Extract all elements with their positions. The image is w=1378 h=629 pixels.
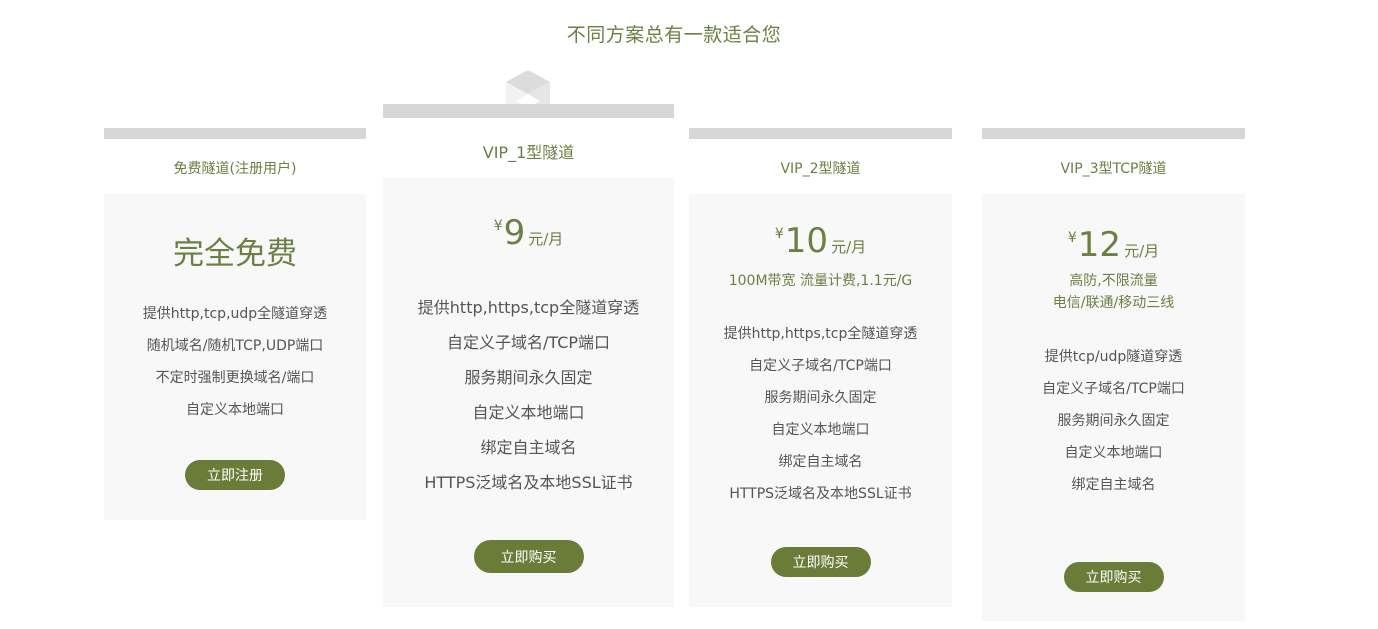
plan-body: ¥12 元/月 高防,不限流量 电信/联通/移动三线 提供tcp/udp隧道穿透 … bbox=[982, 194, 1245, 621]
plan-top-bar bbox=[104, 128, 366, 139]
price-amount: 12 bbox=[1077, 225, 1122, 265]
currency-symbol: ¥ bbox=[774, 226, 784, 242]
feature-item: 提供http,tcp,udp全隧道穿透 bbox=[142, 306, 328, 322]
feature-item: 绑定自主域名 bbox=[480, 438, 577, 457]
feature-item: 绑定自主域名 bbox=[1071, 477, 1156, 493]
plan-title: VIP_1型隧道 bbox=[482, 143, 575, 162]
price-amount: 10 bbox=[784, 221, 829, 261]
price-amount: 9 bbox=[503, 213, 526, 253]
plan-body: ¥10 元/月 100M带宽 流量计费,1.1元/G 提供http,https,t… bbox=[689, 194, 952, 607]
feature-list: 提供http,https,tcp全隧道穿透 自定义子域名/TCP端口 服务期间永… bbox=[689, 318, 952, 510]
feature-list: 提供http,https,tcp全隧道穿透 自定义子域名/TCP端口 服务期间永… bbox=[383, 290, 674, 500]
feature-list: 提供http,tcp,udp全隧道穿透 随机域名/随机TCP,UDP端口 不定时… bbox=[104, 298, 366, 426]
feature-item: 自定义本地端口 bbox=[1064, 445, 1163, 461]
feature-item: 自定义本地端口 bbox=[186, 402, 284, 418]
plan-note-line: 高防,不限流量 bbox=[1069, 273, 1158, 289]
feature-item: 自定义本地端口 bbox=[771, 422, 870, 438]
feature-item: 提供http,https,tcp全隧道穿透 bbox=[417, 298, 640, 317]
currency-symbol: ¥ bbox=[493, 218, 503, 234]
price-unit: 元/月 bbox=[831, 238, 867, 256]
plan-top-bar bbox=[383, 104, 674, 118]
feature-item: 提供tcp/udp隧道穿透 bbox=[1044, 349, 1183, 365]
price-unit: 元/月 bbox=[1124, 242, 1160, 260]
plan-price: ¥9 元/月 bbox=[383, 216, 674, 250]
feature-item: 自定义子域名/TCP端口 bbox=[1042, 381, 1185, 397]
page-title: 不同方案总有一款适合您 bbox=[566, 24, 782, 46]
plan-body: 完全免费 提供http,tcp,udp全隧道穿透 随机域名/随机TCP,UDP端… bbox=[104, 194, 366, 520]
price-unit: 元/月 bbox=[528, 230, 564, 248]
plan-top-bar bbox=[689, 128, 952, 139]
feature-item: 随机域名/随机TCP,UDP端口 bbox=[146, 338, 324, 354]
feature-item: 服务期间永久固定 bbox=[764, 390, 877, 406]
plan-card-vip1: VIP_1型隧道 ¥9 元/月 提供http,https,tcp全隧道穿透 自定义… bbox=[383, 70, 674, 607]
plan-title: VIP_2型隧道 bbox=[780, 161, 861, 177]
plan-note-line: 电信/联通/移动三线 bbox=[1052, 295, 1175, 311]
feature-item: 自定义子域名/TCP端口 bbox=[446, 333, 611, 352]
plan-headline: 完全免费 bbox=[173, 236, 297, 272]
feature-item: HTTPS泛域名及本地SSL证书 bbox=[729, 486, 912, 502]
plan-price: ¥10 元/月 bbox=[689, 224, 952, 258]
plan-title: VIP_3型TCP隧道 bbox=[1060, 161, 1167, 177]
plan-card-vip2: VIP_2型隧道 ¥10 元/月 100M带宽 流量计费,1.1元/G 提供htt… bbox=[689, 128, 952, 607]
feature-item: 提供http,https,tcp全隧道穿透 bbox=[723, 326, 918, 342]
feature-item: HTTPS泛域名及本地SSL证书 bbox=[424, 473, 633, 492]
feature-item: 自定义本地端口 bbox=[472, 403, 585, 422]
register-button[interactable]: 立即注册 bbox=[185, 460, 285, 490]
feature-list: 提供tcp/udp隧道穿透 自定义子域名/TCP端口 服务期间永久固定 自定义本… bbox=[982, 341, 1245, 501]
feature-item: 不定时强制更换域名/端口 bbox=[155, 370, 315, 386]
feature-item: 服务期间永久固定 bbox=[464, 368, 593, 387]
buy-button[interactable]: 立即购买 bbox=[473, 540, 584, 573]
feature-item: 服务期间永久固定 bbox=[1057, 413, 1170, 429]
buy-button[interactable]: 立即购买 bbox=[770, 547, 871, 577]
plan-top-bar bbox=[982, 128, 1245, 139]
plan-card-free: 免费隧道(注册用户) 完全免费 提供http,tcp,udp全隧道穿透 随机域名… bbox=[104, 128, 366, 520]
plan-price: ¥12 元/月 bbox=[982, 228, 1245, 262]
plan-note: 100M带宽 流量计费,1.1元/G bbox=[728, 273, 913, 289]
plan-body: ¥9 元/月 提供http,https,tcp全隧道穿透 自定义子域名/TCP端口… bbox=[383, 178, 674, 607]
feature-item: 绑定自主域名 bbox=[778, 454, 863, 470]
buy-button[interactable]: 立即购买 bbox=[1063, 562, 1164, 592]
feature-item: 自定义子域名/TCP端口 bbox=[749, 358, 892, 374]
plan-note: 高防,不限流量 电信/联通/移动三线 bbox=[982, 270, 1245, 314]
plan-title: 免费隧道(注册用户) bbox=[173, 161, 297, 177]
plan-card-vip3: VIP_3型TCP隧道 ¥12 元/月 高防,不限流量 电信/联通/移动三线 提供… bbox=[982, 128, 1245, 621]
currency-symbol: ¥ bbox=[1067, 230, 1077, 246]
